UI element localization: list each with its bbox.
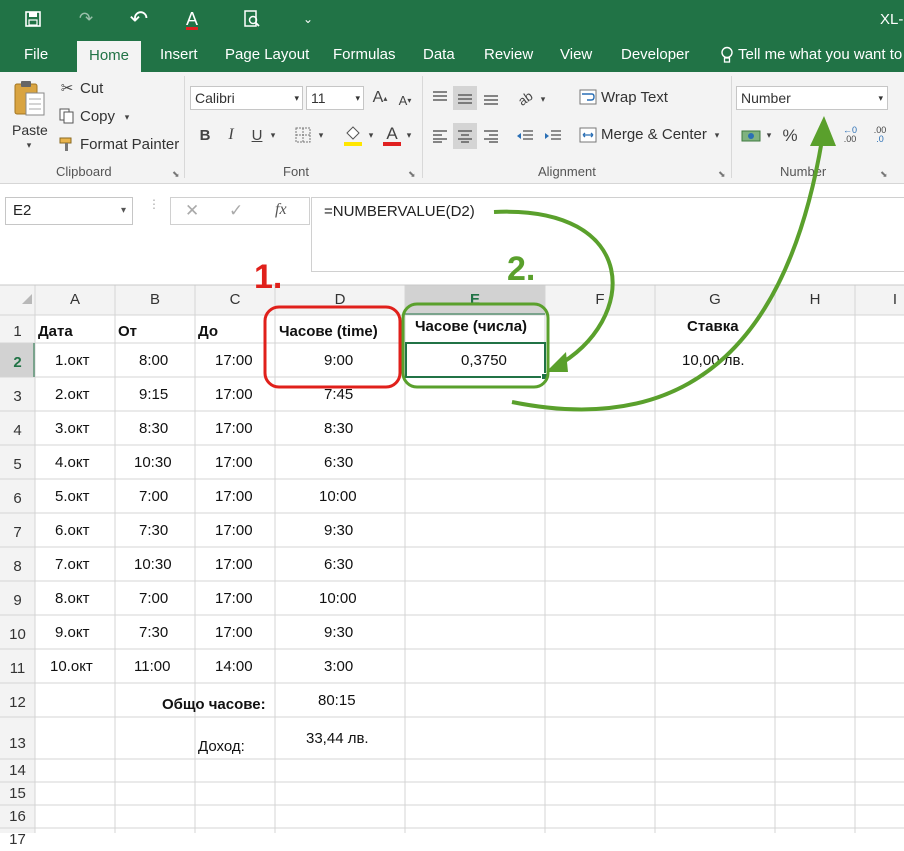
annotation-step-2: 2. — [507, 250, 536, 288]
annotation-step-1: 1. — [254, 258, 283, 296]
annotation-arrow-number-head — [810, 116, 836, 146]
annotation-arrow-formula — [493, 209, 615, 369]
annotation-red-box — [263, 305, 402, 389]
annotation-green-box — [401, 302, 550, 389]
annotation-overlay — [263, 116, 836, 412]
